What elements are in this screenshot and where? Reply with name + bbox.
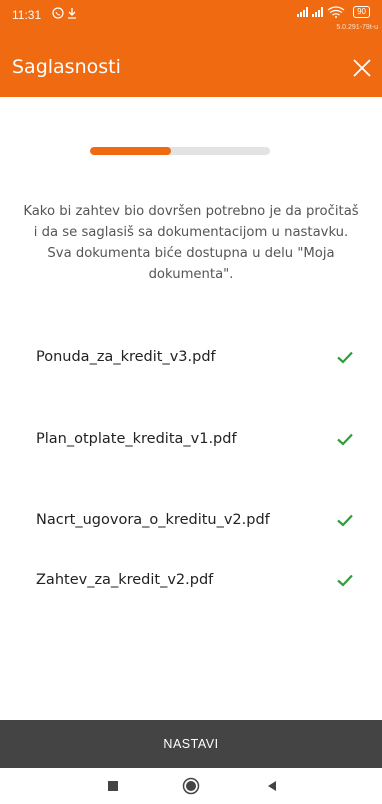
circle-icon bbox=[182, 777, 200, 795]
document-name: Nacrt_ugovora_o_kreditu_v2.pdf bbox=[36, 511, 270, 528]
home-button[interactable] bbox=[181, 776, 201, 796]
progress-bar bbox=[90, 147, 270, 155]
check-icon bbox=[337, 351, 353, 364]
continue-button[interactable]: NASTAVI bbox=[0, 720, 382, 768]
close-icon bbox=[353, 59, 371, 77]
check-icon bbox=[337, 514, 353, 527]
android-nav-bar bbox=[0, 768, 382, 804]
back-button[interactable] bbox=[262, 776, 282, 796]
document-item[interactable]: Ponuda_za_kredit_v3.pdf bbox=[36, 332, 366, 382]
document-name: Zahtev_za_kredit_v2.pdf bbox=[36, 571, 214, 588]
document-item[interactable]: Nacrt_ugovora_o_kreditu_v2.pdf bbox=[36, 490, 366, 550]
status-bar: 11:31 90 5.0.291-79t-u bbox=[0, 0, 382, 38]
document-item[interactable]: Zahtev_za_kredit_v2.pdf bbox=[36, 555, 366, 605]
back-triangle-icon bbox=[268, 781, 276, 791]
app-version: 5.0.291-79t-u bbox=[336, 24, 378, 31]
status-time: 11:31 bbox=[12, 8, 42, 22]
battery-indicator: 90 bbox=[353, 6, 370, 18]
close-button[interactable] bbox=[348, 54, 376, 82]
system-icons: 90 bbox=[297, 6, 370, 18]
progress-fill bbox=[90, 147, 171, 155]
whatsapp-download-icon bbox=[52, 7, 76, 19]
recent-apps-button[interactable] bbox=[103, 776, 123, 796]
intro-text: Kako bi zahtev bio dovršen potrebno je d… bbox=[23, 204, 359, 282]
notification-icons bbox=[52, 7, 82, 22]
check-icon bbox=[337, 574, 353, 587]
document-item[interactable]: Plan_otplate_kredita_v1.pdf bbox=[36, 414, 366, 464]
check-icon bbox=[337, 433, 353, 446]
square-icon bbox=[108, 781, 118, 791]
page-title: Saglasnosti bbox=[12, 56, 121, 78]
document-name: Plan_otplate_kredita_v1.pdf bbox=[36, 430, 237, 447]
signal-wifi-icon bbox=[297, 6, 345, 18]
app-header: 11:31 90 5.0.291-79t-u Saglasnosti bbox=[0, 0, 382, 97]
document-name: Ponuda_za_kredit_v3.pdf bbox=[36, 348, 216, 365]
